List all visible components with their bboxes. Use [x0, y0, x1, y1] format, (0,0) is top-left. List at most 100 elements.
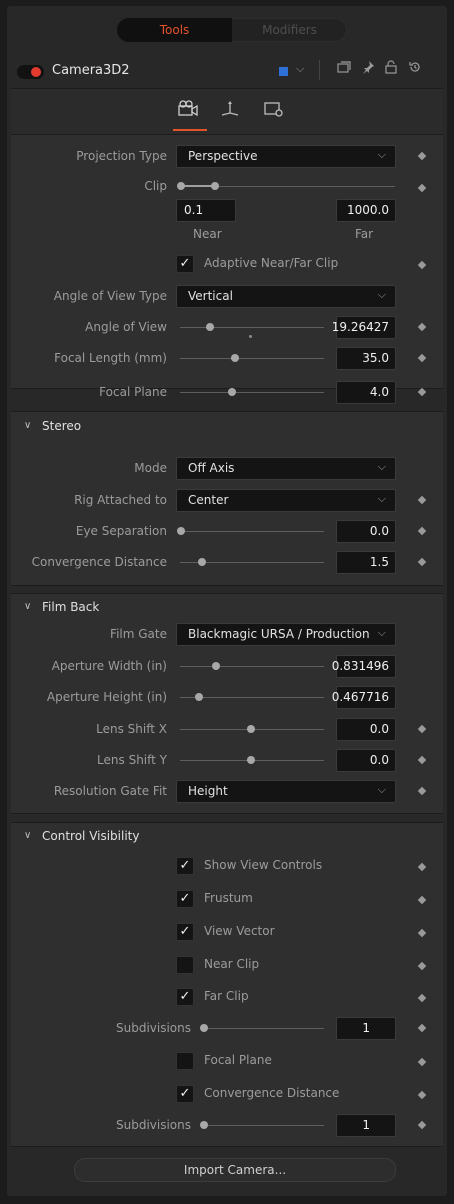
focal-plane-visibility-label: Focal Plane: [204, 1053, 272, 1067]
subdivisions-handle[interactable]: [200, 1024, 208, 1032]
film-gate-dropdown[interactable]: Blackmagic URSA / Production ⌵: [176, 623, 396, 646]
lens-shift-x-label: Lens Shift X: [96, 722, 167, 736]
adaptive-clip-label: Adaptive Near/Far Clip: [204, 256, 339, 270]
focal-length-field[interactable]: 35.0: [336, 347, 396, 370]
film-gate-label: Film Gate: [110, 627, 167, 641]
convergence-distance-checkbox[interactable]: ✓: [176, 1085, 194, 1103]
focal-plane-label: Focal Plane: [99, 385, 167, 399]
lens-shift-y-label: Lens Shift Y: [97, 753, 167, 767]
eye-separation-label: Eye Separation: [75, 524, 167, 538]
far-clip-label: Far Clip: [204, 989, 249, 1003]
frustum-checkbox[interactable]: ✓: [176, 890, 194, 908]
collapse-chevron-icon[interactable]: ∨: [24, 420, 31, 431]
aperture-height-field[interactable]: 0.467716: [332, 686, 396, 709]
reset-icon[interactable]: [408, 60, 422, 78]
angle-of-view-handle[interactable]: [206, 323, 214, 331]
focal-plane-value: 4.0: [369, 385, 389, 399]
tab-tools[interactable]: Tools: [117, 18, 232, 42]
far-clip-checkbox[interactable]: ✓: [176, 988, 194, 1006]
near-clip-checkbox[interactable]: [176, 956, 194, 974]
lock-icon[interactable]: [385, 60, 397, 78]
angle-of-view-value: 19.26427: [331, 320, 389, 334]
aperture-width-handle[interactable]: [212, 662, 220, 670]
versions-icon[interactable]: [337, 60, 351, 78]
convergence-distance-label: Convergence Distance: [31, 555, 167, 569]
subdivisions-track[interactable]: [203, 1028, 324, 1029]
clip-near-handle[interactable]: [177, 182, 185, 190]
film-back-section-title[interactable]: Film Back: [42, 600, 99, 614]
chevron-down-icon: ⌵: [377, 492, 386, 505]
eye-separation-handle[interactable]: [177, 527, 185, 535]
subdivisions-value: 1: [362, 1021, 370, 1035]
camera-tab-icon[interactable]: [177, 100, 199, 122]
focal-plane-handle[interactable]: [228, 388, 236, 396]
convergence-distance-visibility-label: Convergence Distance: [204, 1086, 340, 1100]
clip-near-field[interactable]: 0.1: [176, 199, 236, 222]
lens-shift-x-handle[interactable]: [247, 725, 255, 733]
aperture-width-field[interactable]: 0.831496: [332, 655, 396, 678]
import-camera-button[interactable]: Import Camera...: [74, 1158, 396, 1182]
chevron-down-icon: ⌵: [377, 626, 386, 639]
adaptive-clip-checkbox[interactable]: ✓: [176, 255, 194, 273]
aperture-height-label: Aperture Height (in): [46, 690, 167, 704]
projection-type-dropdown[interactable]: Perspective ⌵: [176, 145, 396, 168]
subdivisions-label: Subdivisions: [115, 1118, 191, 1132]
angle-of-view-field[interactable]: 19.26427: [332, 316, 396, 339]
subdivisions-value: 1: [362, 1118, 370, 1132]
focal-length-handle[interactable]: [231, 354, 239, 362]
resolution-gate-fit-dropdown[interactable]: Height ⌵: [176, 780, 396, 803]
clip-near-value: 0.1: [184, 203, 204, 217]
show-view-controls-label: Show View Controls: [204, 858, 323, 872]
lens-shift-y-field[interactable]: 0.0: [336, 749, 396, 772]
eye-separation-field[interactable]: 0.0: [336, 520, 396, 543]
eye-separation-track[interactable]: [180, 531, 324, 532]
clip-far-field[interactable]: 1000.0: [336, 199, 396, 222]
aperture-height-handle[interactable]: [195, 693, 203, 701]
collapse-chevron-icon[interactable]: ∨: [24, 601, 31, 612]
angle-of-view-track[interactable]: [180, 327, 324, 328]
transform-tab-icon[interactable]: [219, 100, 241, 122]
focal-length-track[interactable]: [180, 358, 324, 359]
convergence-distance-handle[interactable]: [198, 558, 206, 566]
convergence-distance-value: 1.5: [369, 555, 389, 569]
near-clip-label: Near Clip: [204, 957, 260, 971]
tab-modifiers[interactable]: Modifiers: [232, 18, 347, 42]
enabled-dot-icon: [31, 67, 41, 77]
color-menu-chevron-icon[interactable]: ⌵: [296, 62, 304, 76]
clip-range-fill: [181, 185, 215, 187]
settings-tab-icon[interactable]: [263, 100, 285, 122]
convergence-distance-field[interactable]: 1.5: [336, 551, 396, 574]
aov-type-dropdown[interactable]: Vertical ⌵: [176, 285, 396, 308]
resolution-gate-fit-label: Resolution Gate Fit: [53, 784, 167, 798]
tool-color-chip[interactable]: [279, 67, 288, 76]
default-marker: [249, 335, 252, 338]
subdivisions-field[interactable]: 1: [336, 1114, 396, 1137]
focal-plane-field[interactable]: 4.0: [336, 381, 396, 404]
lens-shift-y-handle[interactable]: [247, 756, 255, 764]
collapse-chevron-icon[interactable]: ∨: [24, 830, 31, 841]
subdivisions-track[interactable]: [203, 1125, 324, 1126]
near-caption: Near: [193, 227, 222, 241]
focal-plane-track[interactable]: [180, 392, 324, 393]
clip-label: Clip: [144, 179, 167, 193]
clip-far-handle[interactable]: [211, 182, 219, 190]
subdivisions-handle[interactable]: [200, 1121, 208, 1129]
focal-plane-checkbox[interactable]: [176, 1052, 194, 1070]
stereo-section-title[interactable]: Stereo: [42, 419, 81, 433]
tool-enable-toggle[interactable]: [17, 65, 44, 79]
inspector-tab-bar: Tools Modifiers: [117, 18, 347, 42]
rig-attached-dropdown[interactable]: Center ⌵: [176, 489, 396, 512]
lens-shift-x-value: 0.0: [369, 722, 389, 736]
aperture-width-track[interactable]: [180, 666, 324, 667]
view-vector-checkbox[interactable]: ✓: [176, 923, 194, 941]
aperture-width-value: 0.831496: [331, 659, 389, 673]
projection-type-value: Perspective: [188, 149, 258, 163]
far-caption: Far: [355, 227, 374, 241]
lens-shift-x-field[interactable]: 0.0: [336, 718, 396, 741]
subdivisions-field[interactable]: 1: [336, 1017, 396, 1040]
film-gate-value: Blackmagic URSA / Production: [188, 627, 370, 641]
pin-icon[interactable]: [361, 60, 375, 78]
show-view-controls-checkbox[interactable]: ✓: [176, 857, 194, 875]
control-visibility-section-title[interactable]: Control Visibility: [42, 829, 139, 843]
stereo-mode-dropdown[interactable]: Off Axis ⌵: [176, 457, 396, 480]
